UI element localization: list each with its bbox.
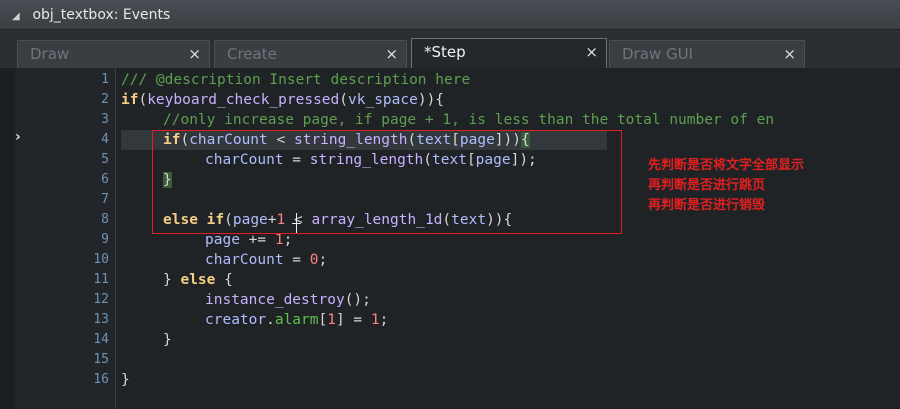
code-punct: } xyxy=(163,272,181,288)
line-number: 8 xyxy=(101,212,109,227)
code-line[interactable]: instance_destroy(); xyxy=(205,290,371,310)
current-line-arrow-icon: › xyxy=(15,129,21,145)
tab-label: *Step xyxy=(424,43,466,61)
line-number: 11 xyxy=(93,272,109,287)
code-variable: charCount xyxy=(205,252,284,268)
close-icon[interactable]: × xyxy=(188,41,201,67)
line-number: 12 xyxy=(93,292,109,307)
tab-label: Draw GUI xyxy=(622,45,693,63)
tab-label: Draw xyxy=(30,45,70,63)
annotation-highlight-box xyxy=(152,130,622,234)
code-keyword: else xyxy=(180,272,216,288)
close-icon[interactable]: × xyxy=(585,39,598,65)
window-title-bar: ◢ obj_textbox: Events xyxy=(0,0,900,30)
code-punct: } xyxy=(163,332,172,348)
line-number: 14 xyxy=(93,332,109,347)
line-number: 3 xyxy=(101,112,109,127)
tab-draw-gui[interactable]: Draw GUI × xyxy=(609,40,805,68)
code-line[interactable]: } else { xyxy=(163,270,233,290)
window-title: obj_textbox: Events xyxy=(32,7,171,23)
close-icon[interactable]: × xyxy=(783,41,796,67)
code-number: 1 xyxy=(370,312,380,328)
close-icon[interactable]: × xyxy=(385,41,398,67)
code-line[interactable]: creator.alarm[1] = 1; xyxy=(205,310,388,330)
collapse-triangle-icon[interactable]: ◢ xyxy=(12,2,24,32)
code-punct: ; xyxy=(379,312,389,328)
tab-label: Create xyxy=(227,45,277,63)
line-number: 4 xyxy=(101,132,109,147)
line-number-gutter: › 1 2 3 4 5 6 7 8 9 10 11 12 13 14 15 16 xyxy=(15,68,116,409)
code-number: 1 xyxy=(274,232,284,248)
code-punct: (); xyxy=(344,292,371,308)
line-number: 9 xyxy=(101,232,109,247)
code-punct: . xyxy=(266,312,275,328)
code-operator: += xyxy=(239,232,275,248)
code-line[interactable]: //only increase page, if page + 1, is le… xyxy=(163,110,774,130)
line-number: 7 xyxy=(101,192,109,207)
code-builtin-variable: alarm xyxy=(274,312,319,328)
code-operator: = xyxy=(283,252,310,268)
line-number: 10 xyxy=(93,252,109,267)
code-punct: ] = xyxy=(335,312,371,328)
tab-draw[interactable]: Draw × xyxy=(17,40,210,68)
code-number: 1 xyxy=(327,312,336,328)
code-punct: ( xyxy=(138,92,148,108)
line-number: 2 xyxy=(101,92,109,107)
code-line[interactable]: /// @description Insert description here xyxy=(121,70,470,90)
annotation-note: 先判断是否将文字全部显示 xyxy=(648,158,805,173)
code-line[interactable]: if(keyboard_check_pressed(vk_space)){ xyxy=(121,90,444,110)
code-punct: ; xyxy=(318,252,328,268)
line-number: 15 xyxy=(93,352,109,367)
event-tab-bar: Draw × Create × *Step × Draw GUI × xyxy=(0,30,900,68)
code-variable: creator xyxy=(205,312,267,328)
code-line[interactable]: charCount = 0; xyxy=(205,250,327,270)
code-function: instance_destroy xyxy=(205,292,345,308)
code-constant: vk_space xyxy=(348,92,418,108)
code-punct: )){ xyxy=(417,92,445,108)
tab-create[interactable]: Create × xyxy=(214,40,407,68)
annotation-note: 再判断是否进行销毁 xyxy=(648,198,766,213)
code-function: keyboard_check_pressed xyxy=(147,92,340,108)
line-number: 5 xyxy=(101,152,109,167)
code-comment: /// @description Insert description here xyxy=(121,72,471,88)
line-number: 1 xyxy=(101,72,109,87)
code-comment: //only increase page, if page + 1, is le… xyxy=(163,112,775,128)
code-number: 0 xyxy=(309,252,319,268)
code-punct: ( xyxy=(339,92,348,108)
code-line[interactable]: } xyxy=(121,370,130,390)
code-punct: [ xyxy=(318,312,328,328)
code-punct: ; xyxy=(283,232,293,248)
line-number: 16 xyxy=(93,372,109,387)
code-keyword: if xyxy=(121,92,139,108)
line-number: 6 xyxy=(101,172,109,187)
tab-step[interactable]: *Step × xyxy=(411,38,607,68)
annotation-note: 再判断是否进行跳页 xyxy=(648,178,766,193)
code-editor[interactable]: › 1 2 3 4 5 6 7 8 9 10 11 12 13 14 15 16… xyxy=(15,68,900,409)
code-line[interactable]: } xyxy=(163,330,172,350)
line-number: 13 xyxy=(93,312,109,327)
code-punct: { xyxy=(215,272,233,288)
code-variable: page xyxy=(205,232,240,248)
code-punct: } xyxy=(121,372,130,388)
text-cursor-icon xyxy=(292,213,301,233)
